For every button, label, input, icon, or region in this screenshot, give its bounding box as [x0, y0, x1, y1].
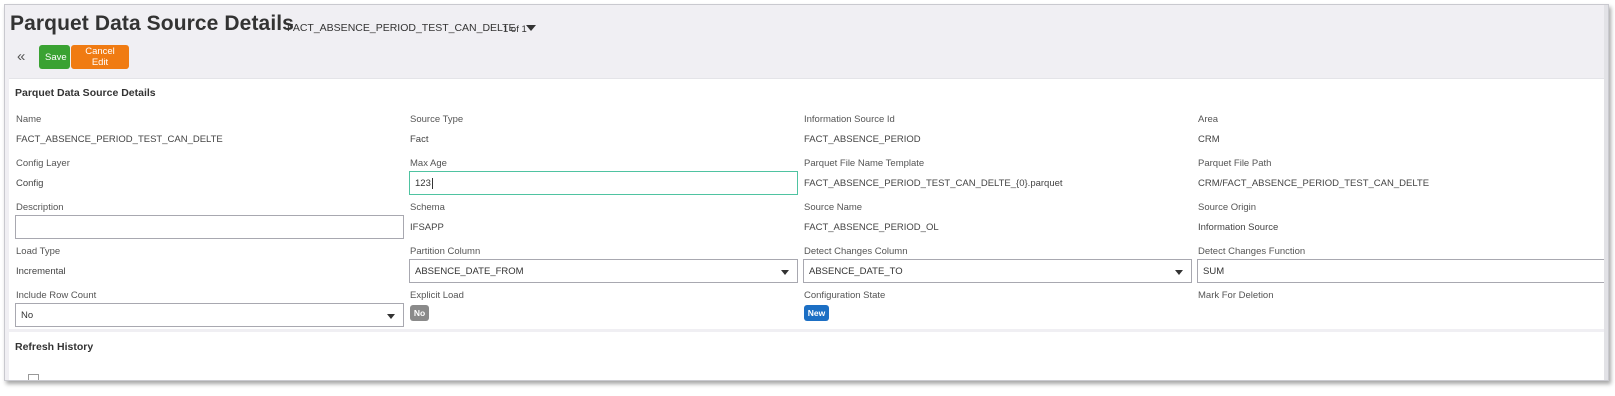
source-origin-label: Source Origin	[1198, 202, 1257, 213]
app-frame: Parquet Data Source Details FACT_ABSENCE…	[4, 4, 1609, 381]
source-type-label: Source Type	[410, 114, 464, 125]
configuration-state-label: Configuration State	[804, 290, 886, 301]
partition-column-label: Partition Column	[410, 246, 481, 257]
detect-changes-function-value: SUM	[1203, 265, 1225, 277]
source-origin-value: Information Source	[1198, 222, 1279, 233]
detect-changes-column-select[interactable]: ABSENCE_DATE_TO	[803, 259, 1192, 283]
refresh-history-title: Refresh History	[15, 341, 94, 353]
max-age-value: 123	[415, 177, 431, 189]
details-panel-title: Parquet Data Source Details	[15, 87, 156, 99]
double-chevron-left-icon[interactable]: «	[17, 49, 25, 64]
explicit-load-label: Explicit Load	[410, 290, 464, 301]
source-name-label: Source Name	[804, 202, 863, 213]
schema-label: Schema	[410, 202, 445, 213]
detect-changes-function-input[interactable]: SUM	[1197, 259, 1608, 283]
parquet-file-path-value: CRM/FACT_ABSENCE_PERIOD_TEST_CAN_DELTE	[1198, 178, 1430, 189]
explicit-load-badge: No	[410, 305, 429, 321]
record-selector[interactable]: FACT_ABSENCE_PERIOD_TEST_CAN_DELTE	[287, 22, 536, 34]
name-label: Name	[16, 114, 42, 125]
caret-down-icon[interactable]	[1175, 270, 1183, 275]
description-label: Description	[16, 202, 64, 213]
text-cursor	[431, 177, 433, 189]
config-layer-label: Config Layer	[16, 158, 70, 169]
parquet-file-path-label: Parquet File Path	[1198, 158, 1272, 169]
mark-for-deletion-label: Mark For Deletion	[1198, 290, 1274, 301]
source-type-value: Fact	[410, 134, 429, 145]
details-panel: Parquet Data Source Details Name FACT_AB…	[9, 78, 1608, 329]
source-name-value: FACT_ABSENCE_PERIOD_OL	[804, 222, 939, 233]
configuration-state-badge: New	[804, 305, 829, 321]
area-value: CRM	[1198, 134, 1220, 145]
select-all-checkbox[interactable]	[28, 374, 39, 380]
load-type-label: Load Type	[16, 246, 61, 257]
area-label: Area	[1198, 114, 1219, 125]
record-selector-label: FACT_ABSENCE_PERIOD_TEST_CAN_DELTE	[287, 22, 516, 34]
load-type-value: Incremental	[16, 266, 66, 277]
information-source-id-value: FACT_ABSENCE_PERIOD	[804, 134, 921, 145]
description-input[interactable]	[15, 215, 404, 239]
refresh-history-panel: Refresh History	[9, 332, 1608, 380]
save-button[interactable]: Save	[39, 45, 70, 69]
partition-column-value: ABSENCE_DATE_FROM	[415, 265, 524, 277]
cancel-edit-button[interactable]: Cancel Edit	[71, 45, 129, 69]
include-row-count-label: Include Row Count	[16, 290, 97, 301]
caret-down-icon[interactable]	[525, 25, 536, 31]
detect-changes-function-label: Detect Changes Function	[1198, 246, 1306, 257]
caret-down-icon[interactable]	[387, 314, 395, 319]
parquet-file-name-template-value: FACT_ABSENCE_PERIOD_TEST_CAN_DELTE_{0}.p…	[804, 178, 1063, 189]
schema-value: IFSAPP	[410, 222, 444, 233]
parquet-file-name-template-label: Parquet File Name Template	[804, 158, 925, 169]
page-title: Parquet Data Source Details	[10, 12, 294, 35]
page-header: Parquet Data Source Details FACT_ABSENCE…	[5, 5, 1608, 77]
max-age-input[interactable]: 123	[409, 171, 798, 195]
detect-changes-column-value: ABSENCE_DATE_TO	[809, 265, 903, 277]
name-value: FACT_ABSENCE_PERIOD_TEST_CAN_DELTE	[16, 134, 223, 145]
information-source-id-label: Information Source Id	[804, 114, 895, 125]
include-row-count-value: No	[21, 309, 34, 321]
caret-down-icon[interactable]	[781, 270, 789, 275]
detect-changes-column-label: Detect Changes Column	[804, 246, 908, 257]
max-age-label: Max Age	[410, 158, 447, 169]
config-layer-value: Config	[16, 178, 44, 189]
include-row-count-select[interactable]: No	[15, 303, 404, 327]
partition-column-select[interactable]: ABSENCE_DATE_FROM	[409, 259, 798, 283]
record-count: 1 of 1	[503, 24, 527, 35]
scrollbar[interactable]	[1604, 5, 1608, 380]
